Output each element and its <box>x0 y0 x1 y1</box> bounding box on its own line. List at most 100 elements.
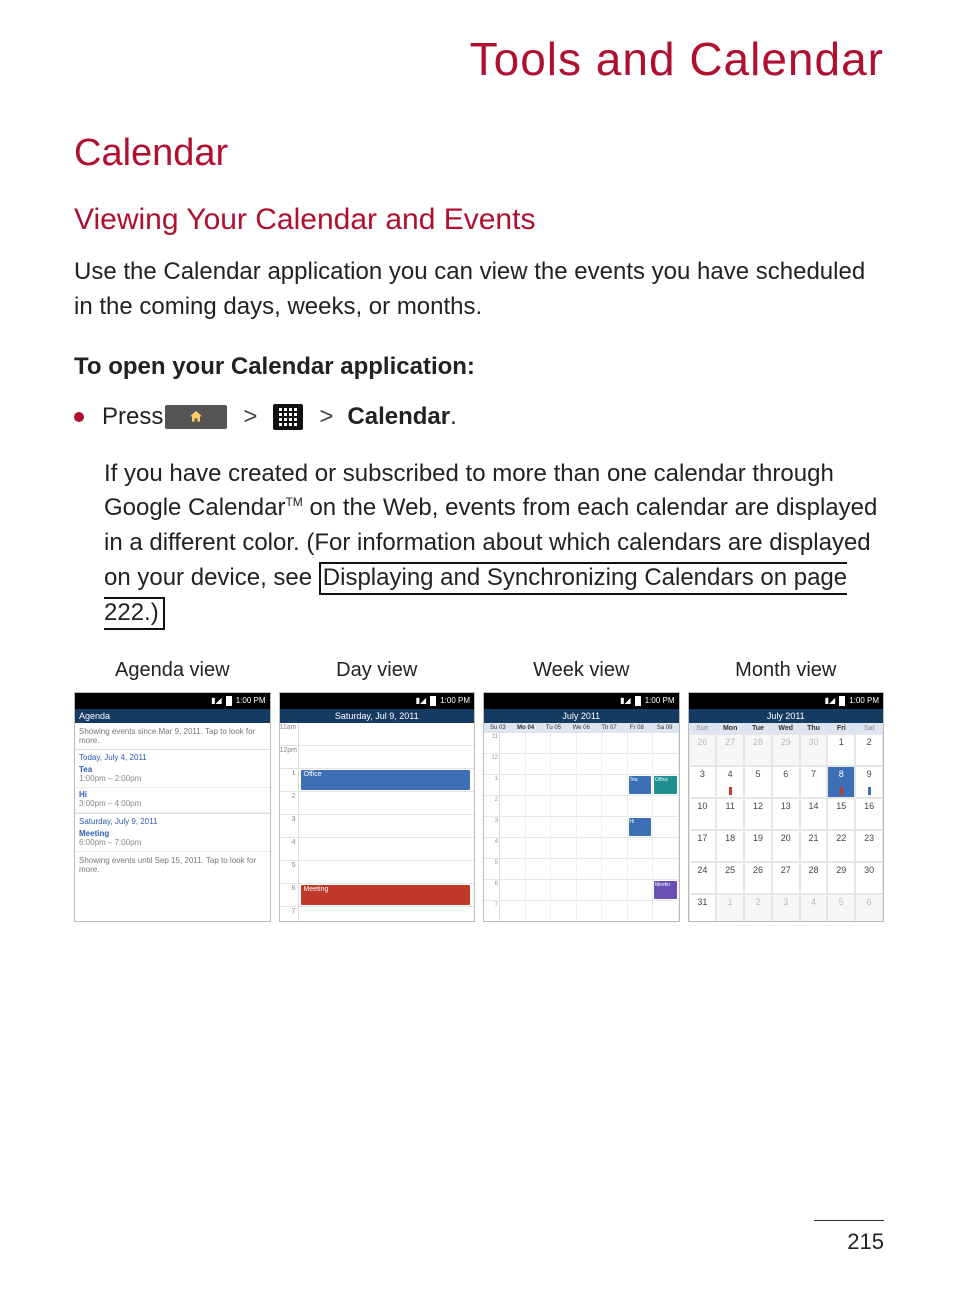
home-key-icon <box>165 405 227 429</box>
month-screenshot: ▮◢ 1:00 PM July 2011 SunMonTueWedThuFriS… <box>688 692 885 922</box>
month-day-cell[interactable]: 26 <box>689 734 717 766</box>
month-day-cell[interactable]: 3 <box>689 766 717 798</box>
page-number: 215 <box>814 1220 884 1255</box>
month-day-cell[interactable]: 6 <box>772 766 800 798</box>
month-dow-header: Mon <box>716 723 744 734</box>
week-titlebar: July 2011 <box>484 709 679 723</box>
month-day-cell[interactable]: 16 <box>855 798 883 830</box>
press-instruction: Press > > Calendar. <box>74 403 884 431</box>
month-day-cell[interactable]: 19 <box>744 830 772 862</box>
month-day-cell[interactable]: 3 <box>772 894 800 922</box>
month-day-cell[interactable]: 21 <box>800 830 828 862</box>
battery-icon <box>226 696 232 706</box>
month-day-cell[interactable]: 22 <box>827 830 855 862</box>
month-day-cell[interactable]: 5 <box>744 766 772 798</box>
month-day-cell[interactable]: 4 <box>800 894 828 922</box>
separator: > <box>243 403 257 431</box>
month-view-label: Month view <box>688 659 885 682</box>
week-view-label: Week view <box>483 659 680 682</box>
agenda-event[interactable]: Tea1:00pm – 2:00pm <box>75 763 270 788</box>
month-day-cell[interactable]: 14 <box>800 798 828 830</box>
calendar-label: Calendar <box>347 403 450 431</box>
week-event-meeting[interactable]: Meetin <box>654 881 677 899</box>
week-event-tea[interactable]: Tea <box>629 776 652 794</box>
month-day-cell[interactable]: 10 <box>689 798 717 830</box>
agenda-note-top[interactable]: Showing events since Mar 9, 2011. Tap to… <box>75 723 270 749</box>
signal-icon: ▮◢ <box>825 696 836 705</box>
agenda-day-label: Today, July 4, 2011 <box>75 749 270 763</box>
month-dow-header: Fri <box>827 723 855 734</box>
month-day-cell[interactable]: 9 <box>855 766 883 798</box>
month-day-cell[interactable]: 24 <box>689 862 717 894</box>
agenda-event[interactable]: Meeting6:00pm – 7:00pm <box>75 827 270 852</box>
month-day-cell[interactable]: 27 <box>716 734 744 766</box>
month-day-cell[interactable]: 18 <box>716 830 744 862</box>
subsection-heading-viewing: Viewing Your Calendar and Events <box>74 203 884 237</box>
signal-icon: ▮◢ <box>620 696 631 705</box>
month-dow-header: Tue <box>744 723 772 734</box>
month-day-cell[interactable]: 30 <box>855 862 883 894</box>
day-event-office[interactable]: Office <box>301 770 471 790</box>
month-day-cell[interactable]: 1 <box>716 894 744 922</box>
month-day-cell[interactable]: 6 <box>855 894 883 922</box>
month-day-cell[interactable]: 28 <box>800 862 828 894</box>
month-dow-header: Sun <box>689 723 717 734</box>
month-day-cell[interactable]: 30 <box>800 734 828 766</box>
page-title: Tools and Calendar <box>74 32 884 86</box>
month-day-cell[interactable]: 20 <box>772 830 800 862</box>
month-day-cell[interactable]: 2 <box>744 894 772 922</box>
day-event-meeting[interactable]: Meeting <box>301 885 471 905</box>
section-heading-calendar: Calendar <box>74 132 884 175</box>
month-day-cell[interactable]: 5 <box>827 894 855 922</box>
month-day-cell[interactable]: 15 <box>827 798 855 830</box>
agenda-view-column: Agenda view ▮◢ 1:00 PM Agenda Showing ev… <box>70 659 275 922</box>
week-day-header: We 06 <box>567 723 595 733</box>
month-day-cell[interactable]: 17 <box>689 830 717 862</box>
week-event-hi[interactable]: Hi <box>629 818 652 836</box>
week-day-header: Th 07 <box>595 723 623 733</box>
week-day-header: Tu 05 <box>540 723 568 733</box>
month-day-cell[interactable]: 1 <box>827 734 855 766</box>
day-view-label: Day view <box>279 659 476 682</box>
week-view-column: Week view ▮◢ 1:00 PM July 2011 Su 03Mo 0… <box>479 659 684 922</box>
month-view-column: Month view ▮◢ 1:00 PM July 2011 SunMonTu… <box>684 659 889 922</box>
agenda-note-bottom[interactable]: Showing events until Sep 15, 2011. Tap t… <box>75 852 270 878</box>
month-day-cell[interactable]: 8 <box>827 766 855 798</box>
month-day-cell[interactable]: 29 <box>772 734 800 766</box>
multi-calendar-paragraph: If you have created or subscribed to mor… <box>104 457 884 631</box>
status-bar: ▮◢ 1:00 PM <box>280 693 475 709</box>
month-titlebar: July 2011 <box>689 709 884 723</box>
month-day-cell[interactable]: 29 <box>827 862 855 894</box>
agenda-event[interactable]: Hi3:00pm – 4:00pm <box>75 788 270 813</box>
status-bar: ▮◢ 1:00 PM <box>484 693 679 709</box>
month-day-cell[interactable]: 23 <box>855 830 883 862</box>
calendar-views-row: Agenda view ▮◢ 1:00 PM Agenda Showing ev… <box>70 659 888 922</box>
status-time: 1:00 PM <box>849 696 879 705</box>
month-day-cell[interactable]: 26 <box>744 862 772 894</box>
status-time: 1:00 PM <box>236 696 266 705</box>
month-day-cell[interactable]: 25 <box>716 862 744 894</box>
month-day-cell[interactable]: 31 <box>689 894 717 922</box>
day-titlebar: Saturday, Jul 9, 2011 <box>280 709 475 723</box>
agenda-view-label: Agenda view <box>74 659 271 682</box>
month-day-cell[interactable]: 28 <box>744 734 772 766</box>
week-event-office[interactable]: Office <box>654 776 677 794</box>
month-day-cell[interactable]: 7 <box>800 766 828 798</box>
press-label: Press <box>102 403 163 431</box>
status-time: 1:00 PM <box>645 696 675 705</box>
battery-icon <box>839 696 845 706</box>
month-day-cell[interactable]: 11 <box>716 798 744 830</box>
month-dow-header: Thu <box>800 723 828 734</box>
day-screenshot: ▮◢ 1:00 PM Saturday, Jul 9, 2011 11am12p… <box>279 692 476 922</box>
week-day-header: Mo 04 <box>512 723 540 733</box>
week-day-header: Su 03 <box>484 723 512 733</box>
month-day-cell[interactable]: 4 <box>716 766 744 798</box>
intro-paragraph: Use the Calendar application you can vie… <box>74 255 884 325</box>
agenda-day-label: Saturday, July 9, 2011 <box>75 813 270 827</box>
month-day-cell[interactable]: 12 <box>744 798 772 830</box>
week-day-header: Fr 08 <box>623 723 651 733</box>
bullet-icon <box>74 412 84 422</box>
month-day-cell[interactable]: 13 <box>772 798 800 830</box>
month-day-cell[interactable]: 2 <box>855 734 883 766</box>
month-day-cell[interactable]: 27 <box>772 862 800 894</box>
